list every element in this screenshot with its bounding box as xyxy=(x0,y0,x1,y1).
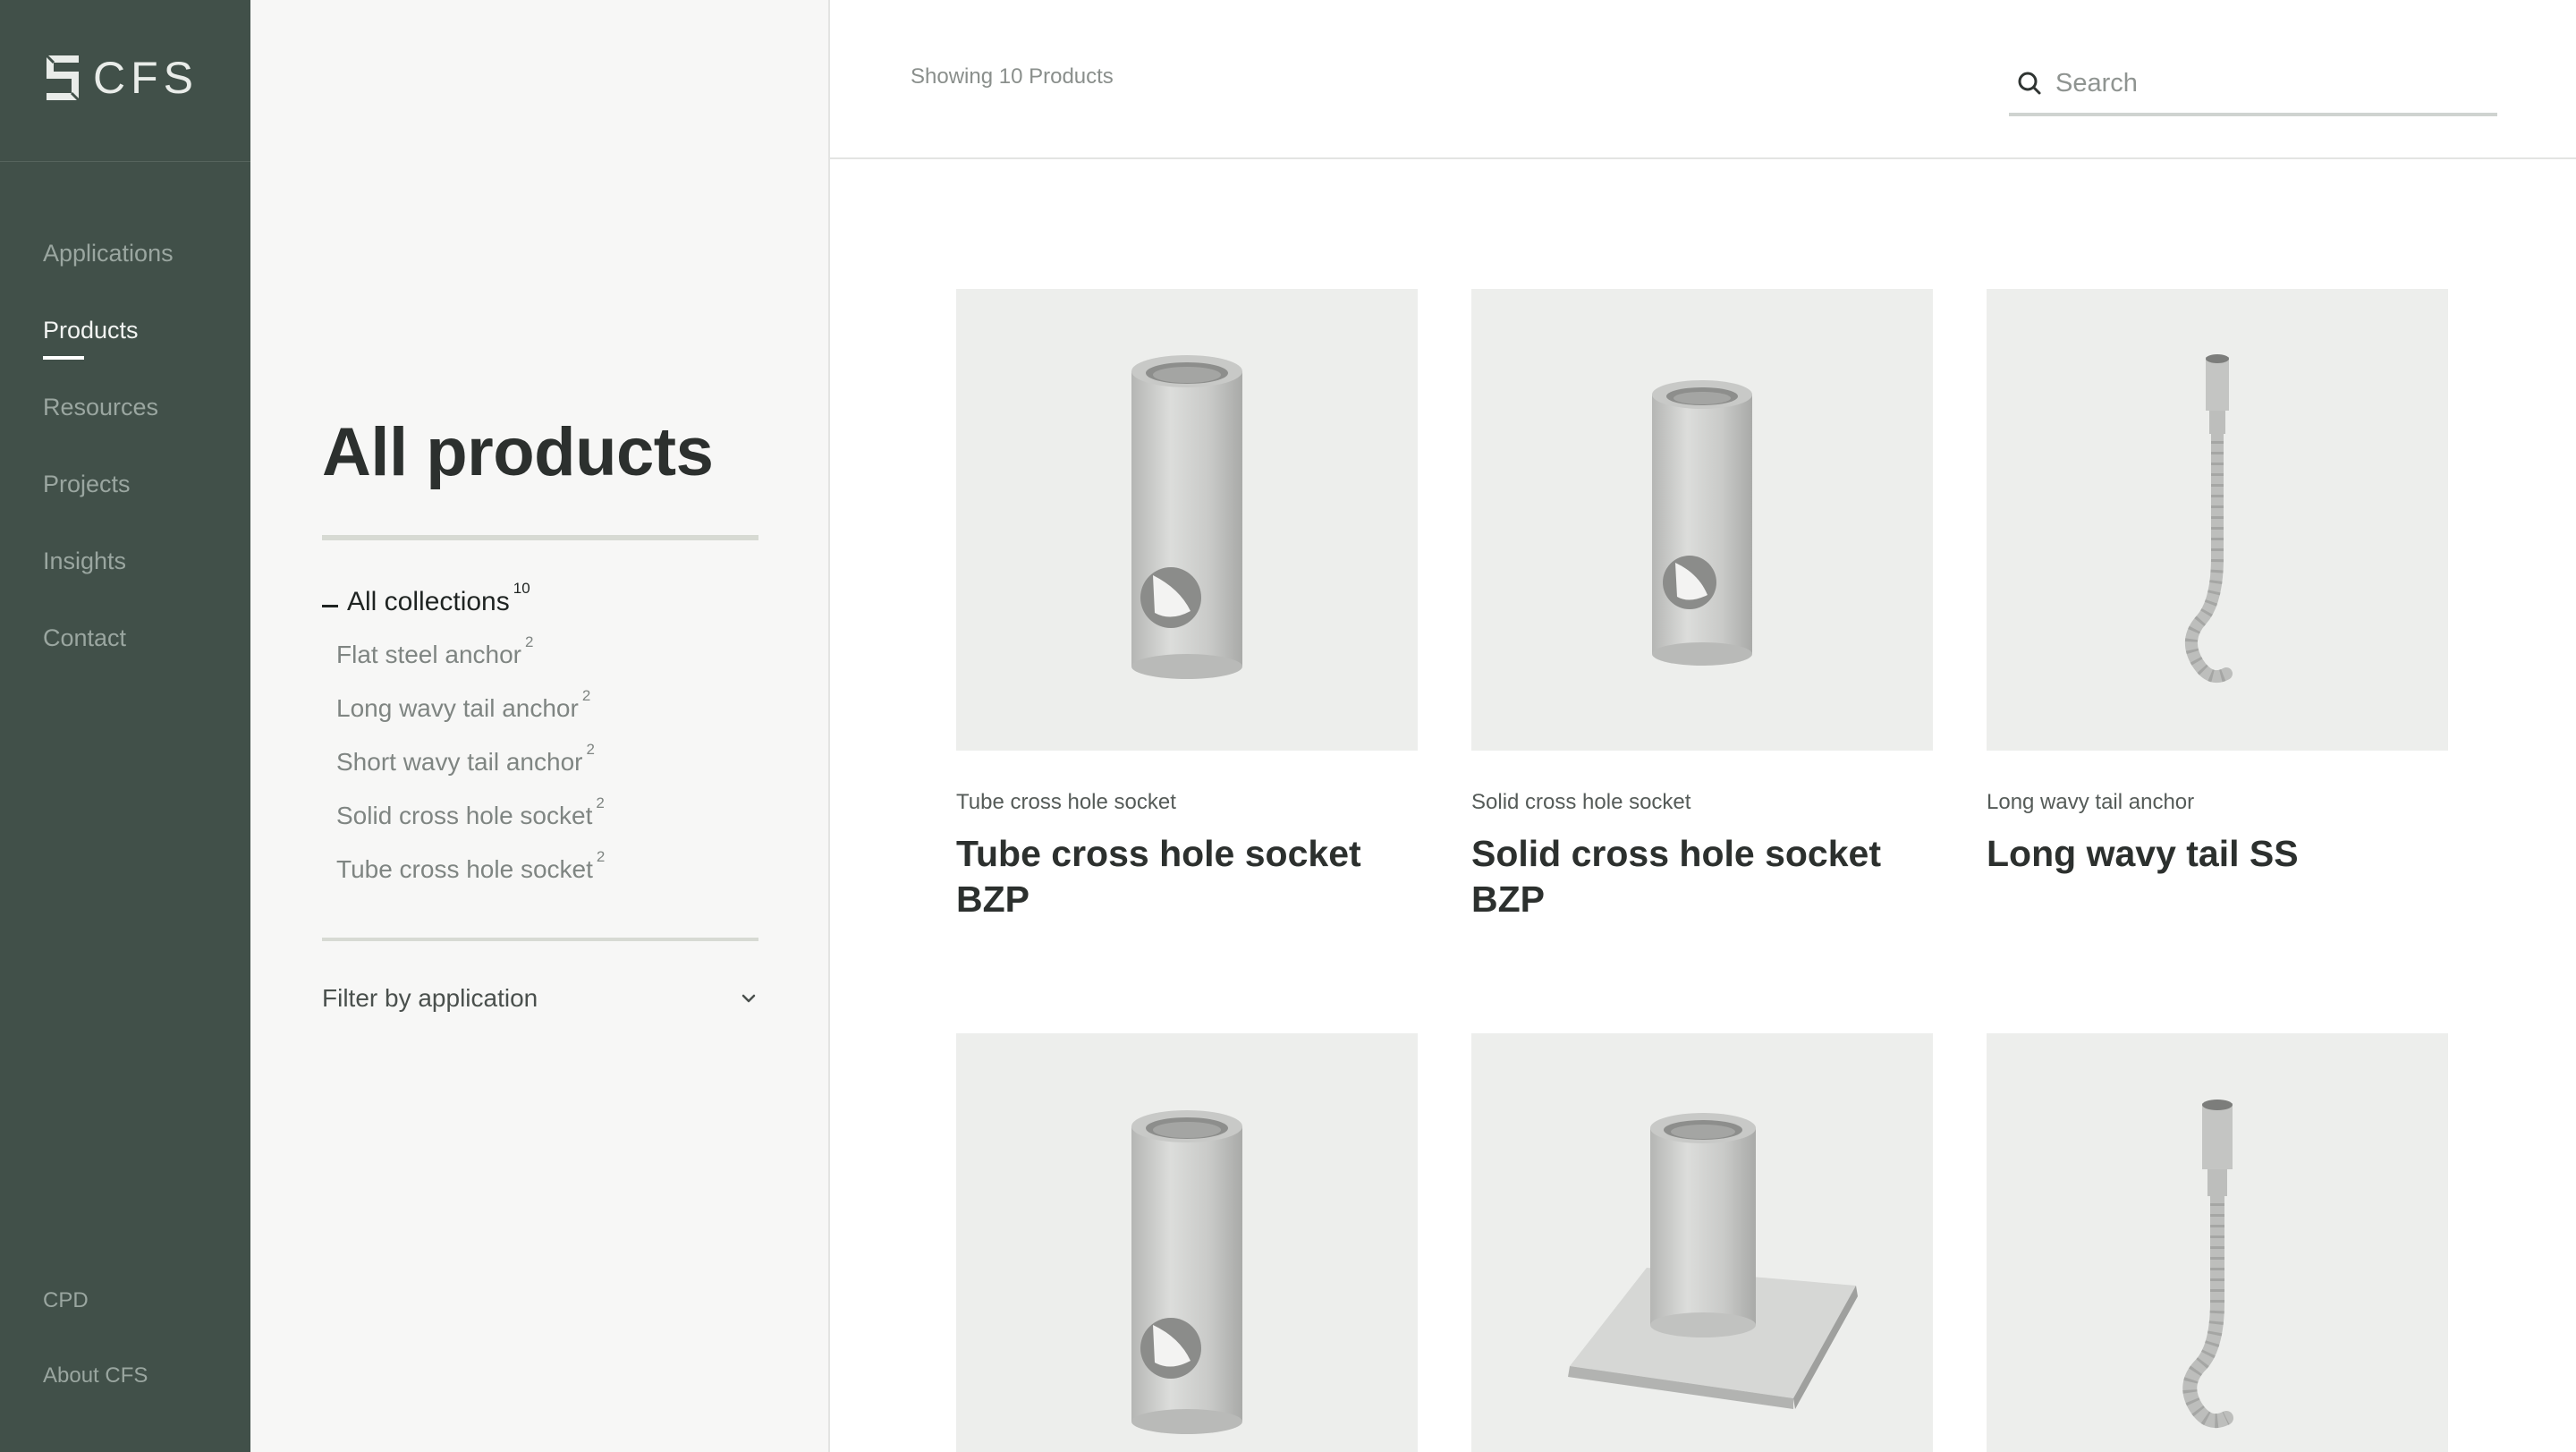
product-image-long-wavy-tail xyxy=(1987,289,2448,751)
collection-count: 2 xyxy=(596,794,605,811)
product-title: Long wavy tail SS xyxy=(1987,833,2299,874)
title-divider xyxy=(322,535,758,540)
nav-item-about[interactable]: About CFS xyxy=(43,1363,148,1388)
collection-all-count: 10 xyxy=(513,580,530,597)
collection-all[interactable]: All collections 10 xyxy=(322,580,530,617)
search-field[interactable] xyxy=(2009,54,2497,116)
collection-count: 2 xyxy=(581,687,591,704)
brand-name: CFS xyxy=(93,53,199,103)
search-icon xyxy=(2018,72,2041,95)
product-card[interactable] xyxy=(1471,1033,1933,1452)
page-title: All products xyxy=(322,414,714,490)
product-image-flat-plate-socket xyxy=(1471,1033,1933,1452)
product-image-solid-socket xyxy=(1471,289,1933,751)
collection-count: 2 xyxy=(596,848,606,865)
product-category: Solid cross hole socket xyxy=(1471,790,1691,814)
collection-item[interactable]: Flat steel anchor 2 xyxy=(336,633,533,669)
nav-item-projects[interactable]: Projects xyxy=(43,471,131,498)
product-title: Solid cross hole socket BZP xyxy=(1471,833,1881,921)
collection-item[interactable]: Short wavy tail anchor 2 xyxy=(336,741,595,777)
collection-count: 2 xyxy=(525,633,534,650)
active-nav-indicator xyxy=(43,356,84,360)
product-card[interactable] xyxy=(1987,1033,2448,1452)
product-title: Tube cross hole socket BZP xyxy=(956,833,1361,921)
collection-label: Flat steel anchor xyxy=(336,641,521,668)
sidebar-divider xyxy=(0,161,250,162)
nav-item-contact[interactable]: Contact xyxy=(43,624,126,652)
product-card[interactable]: Long wavy tail anchor Long wavy tail SS xyxy=(1987,289,2448,877)
results-toolbar: Showing 10 Products xyxy=(830,0,2576,159)
cfs-logo-icon xyxy=(45,54,80,102)
collection-label: Solid cross hole socket xyxy=(336,802,593,829)
product-image-short-wavy-tail xyxy=(1987,1033,2448,1452)
product-category: Tube cross hole socket xyxy=(956,790,1176,814)
collection-all-label: All collections xyxy=(347,587,510,616)
cfs-logo[interactable]: CFS xyxy=(43,52,199,104)
filter-by-application-label: Filter by application xyxy=(322,984,538,1012)
collapse-dash-icon xyxy=(322,605,338,607)
search-input[interactable] xyxy=(2055,68,2467,98)
nav-item-applications[interactable]: Applications xyxy=(43,240,174,267)
collection-label: Long wavy tail anchor xyxy=(336,694,579,722)
results-count: Showing 10 Products xyxy=(911,64,1114,89)
collection-item[interactable]: Tube cross hole socket 2 xyxy=(336,848,605,884)
product-image-tube-socket xyxy=(956,289,1418,751)
product-image-tube-socket xyxy=(956,1033,1418,1452)
collection-item[interactable]: Solid cross hole socket 2 xyxy=(336,794,605,830)
nav-item-products[interactable]: Products xyxy=(43,317,139,344)
filter-by-application-dropdown[interactable]: Filter by application xyxy=(322,984,758,1013)
product-card[interactable]: Solid cross hole socket Solid cross hole… xyxy=(1471,289,1933,923)
nav-item-resources[interactable]: Resources xyxy=(43,394,158,421)
collection-count: 2 xyxy=(586,741,595,758)
sidebar: CFS Applications Products Resources Proj… xyxy=(0,0,250,1452)
collection-label: Tube cross hole socket xyxy=(336,855,593,883)
chevron-down-icon xyxy=(741,994,756,1003)
filter-panel: All products All collections 10 Flat stee… xyxy=(250,0,830,1452)
filter-divider xyxy=(322,938,758,941)
nav-item-cpd[interactable]: CPD xyxy=(43,1288,89,1313)
nav-item-insights[interactable]: Insights xyxy=(43,548,126,575)
product-card[interactable] xyxy=(956,1033,1418,1452)
product-category: Long wavy tail anchor xyxy=(1987,790,2195,814)
product-card[interactable]: Tube cross hole socket Tube cross hole s… xyxy=(956,289,1418,923)
collection-item[interactable]: Long wavy tail anchor 2 xyxy=(336,687,590,723)
collection-label: Short wavy tail anchor xyxy=(336,748,583,776)
